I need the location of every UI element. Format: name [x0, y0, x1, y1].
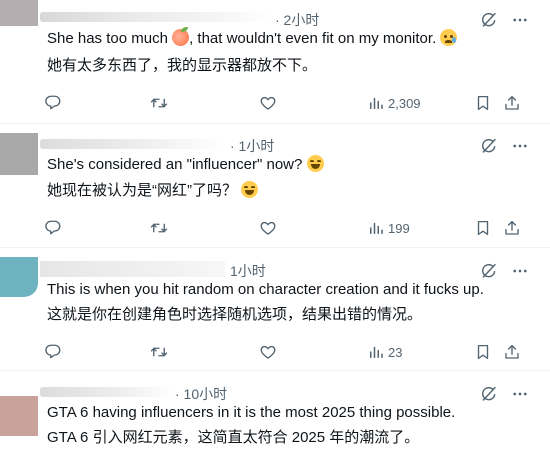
share-button[interactable] [503, 218, 521, 238]
share-icon [505, 95, 519, 110]
tweet-2[interactable]: · 1小时 She's considered an "influencer" n… [0, 124, 550, 248]
tweet-text-zh: 她有太多东西了，我的显示器都放不下。 [47, 57, 318, 74]
like-icon [260, 345, 276, 359]
tweet-text-en: She has too much , that wouldn't even fi… [47, 27, 458, 49]
bookmark-button[interactable] [474, 218, 492, 238]
share-button[interactable] [503, 342, 521, 362]
like-button[interactable] [259, 93, 277, 113]
bookmark-icon [477, 220, 489, 236]
views-icon [370, 97, 383, 109]
tweet-text-en: She's considered an "influencer" now? [47, 155, 324, 175]
author-name-redacted[interactable] [40, 135, 225, 153]
tweet-actions: 23 [0, 342, 550, 362]
author-name-redacted[interactable] [40, 8, 270, 26]
more-icon[interactable] [510, 385, 530, 403]
author-name-redacted[interactable] [40, 383, 175, 401]
reply-button[interactable] [44, 342, 62, 362]
like-button[interactable] [259, 218, 277, 238]
like-icon [260, 221, 276, 235]
avatar[interactable] [0, 257, 38, 297]
tweet-time[interactable]: · 10小时 [175, 384, 227, 404]
like-button[interactable] [259, 342, 277, 362]
reply-button[interactable] [44, 93, 62, 113]
views-button[interactable]: 2,309 [367, 93, 421, 113]
bookmark-button[interactable] [474, 93, 492, 113]
tweet-4[interactable]: · 10小时 GTA 6 having influencers in it is… [0, 371, 550, 463]
avatar[interactable] [0, 0, 38, 26]
views-count: 199 [388, 220, 410, 236]
share-button[interactable] [503, 93, 521, 113]
retweet-button[interactable] [150, 342, 168, 362]
views-count: 2,309 [388, 95, 421, 111]
views-count: 23 [388, 344, 403, 360]
tweet-time[interactable]: 1小时 [230, 261, 266, 281]
peach-icon [172, 27, 190, 46]
views-icon [370, 346, 383, 358]
more-icon[interactable] [510, 262, 530, 280]
crying-face-icon [440, 29, 458, 46]
grinning-squinting-face-icon [241, 181, 259, 198]
bookmark-icon [477, 344, 489, 360]
reply-icon [45, 344, 61, 359]
tweet-text-zh: GTA 6 引入网红元素，这简直太符合 2025 年的潮流了。 [47, 429, 420, 446]
more-icon[interactable] [510, 11, 530, 29]
author-name-redacted[interactable] [40, 260, 225, 278]
retweet-button[interactable] [150, 218, 168, 238]
share-icon [505, 220, 519, 235]
avatar[interactable] [0, 133, 38, 175]
like-icon [260, 96, 276, 110]
retweet-icon [150, 347, 168, 357]
bookmark-button[interactable] [474, 342, 492, 362]
retweet-button[interactable] [150, 93, 168, 113]
avatar[interactable] [0, 396, 38, 436]
retweet-icon [150, 223, 168, 233]
reply-button[interactable] [44, 218, 62, 238]
reply-icon [45, 220, 61, 235]
tweet-3[interactable]: 1小时 This is when you hit random on chara… [0, 248, 550, 371]
grinning-squinting-face-icon [306, 155, 324, 172]
tweet-actions: 2,309 [0, 93, 550, 113]
tweet-text-en: GTA 6 having influencers in it is the mo… [47, 404, 456, 421]
tweet-actions: 199 [0, 218, 550, 238]
more-icon[interactable] [510, 137, 530, 155]
tweet-time[interactable]: · 1小时 [230, 136, 274, 156]
grok-icon[interactable] [480, 11, 498, 29]
reply-icon [45, 95, 61, 110]
grok-icon[interactable] [480, 137, 498, 155]
retweet-icon [150, 98, 168, 108]
bookmark-icon [477, 95, 489, 111]
tweet-text-en: This is when you hit random on character… [47, 281, 484, 298]
tweet-1[interactable]: · 2小时 She has too much , that wouldn't e… [0, 0, 550, 124]
grok-icon[interactable] [480, 262, 498, 280]
views-icon [370, 222, 383, 234]
tweet-text-zh: 这就是你在创建角色时选择随机选项，结果出错的情况。 [47, 306, 423, 323]
share-icon [505, 344, 519, 359]
views-button[interactable]: 23 [367, 342, 402, 362]
views-button[interactable]: 199 [367, 218, 410, 238]
tweet-time[interactable]: · 2小时 [275, 10, 319, 30]
tweet-text-zh: 她现在被认为是“网红”了吗？ [47, 181, 259, 201]
grok-icon[interactable] [480, 385, 498, 403]
